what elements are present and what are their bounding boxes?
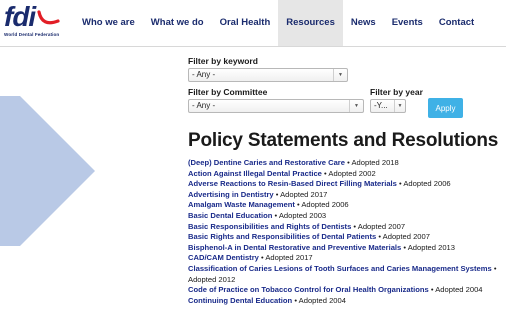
list-item: Amalgam Waste Management • Adopted 2006 <box>188 200 500 211</box>
list-item: Basic Rights and Responsibilities of Den… <box>188 232 500 243</box>
policy-link[interactable]: Classification of Caries Lesions of Toot… <box>188 264 492 273</box>
policy-adopted-year: • Adopted 2002 <box>321 168 376 178</box>
policy-list: (Deep) Dentine Caries and Restorative Ca… <box>188 158 500 306</box>
policy-link[interactable]: CAD/CAM Dentistry <box>188 253 259 262</box>
policy-adopted-year: • Adopted 2003 <box>272 210 327 220</box>
policy-link[interactable]: Adverse Reactions to Resin-Based Direct … <box>188 179 397 188</box>
nav-item-resources[interactable]: Resources <box>278 0 343 46</box>
nav-item-contact[interactable]: Contact <box>431 0 482 46</box>
keyword-filter-label: Filter by keyword <box>188 56 258 66</box>
policy-link[interactable]: Action Against Illegal Dental Practice <box>188 169 322 178</box>
policy-adopted-year: • Adopted 2004 <box>428 285 483 295</box>
keyword-select[interactable]: - Any - ▼ <box>188 68 348 82</box>
list-item: Code of Practice on Tobacco Control for … <box>188 285 500 296</box>
policy-link[interactable]: Basic Dental Education <box>188 211 272 220</box>
main-nav: Who we are What we do Oral Health Resources… <box>82 0 482 46</box>
decorative-chevron-shape <box>0 96 95 246</box>
policy-adopted-year: • Adopted 2013 <box>401 242 456 252</box>
year-select[interactable]: -Y... ▼ <box>370 99 406 113</box>
page-title: Policy Statements and Resolutions <box>188 130 499 151</box>
policy-adopted-year: • Adopted 2017 <box>273 189 328 199</box>
policy-link[interactable]: Code of Practice on Tobacco Control for … <box>188 285 429 294</box>
apply-button[interactable]: Apply <box>428 98 463 118</box>
nav-item-events[interactable]: Events <box>384 0 431 46</box>
nav-item-oral-health[interactable]: Oral Health <box>212 0 279 46</box>
policy-link[interactable]: Continuing Dental Education <box>188 296 292 305</box>
list-item: Advertising in Dentistry • Adopted 2017 <box>188 190 500 201</box>
logo-subtitle: World Dental Federation <box>4 32 60 37</box>
list-item: (Deep) Dentine Caries and Restorative Ca… <box>188 158 500 169</box>
committee-select[interactable]: - Any - ▼ <box>188 99 364 113</box>
keyword-select-value: - Any - <box>192 70 216 79</box>
nav-item-news[interactable]: News <box>343 0 384 46</box>
list-item: Action Against Illegal Dental Practice •… <box>188 169 500 180</box>
policy-adopted-year: • Adopted 2006 <box>396 179 451 189</box>
committee-filter-label: Filter by Committee <box>188 87 268 97</box>
list-item: Continuing Dental Education • Adopted 20… <box>188 296 500 307</box>
list-item: Basic Responsibilities and Rights of Den… <box>188 222 500 233</box>
list-item: CAD/CAM Dentistry • Adopted 2017 <box>188 253 500 264</box>
policy-link[interactable]: Advertising in Dentistry <box>188 190 274 199</box>
logo-wordmark: fdi <box>4 1 36 32</box>
nav-item-who-we-are[interactable]: Who we are <box>82 0 143 46</box>
list-item: Bisphenol-A in Dental Restorative and Pr… <box>188 243 500 254</box>
site-header: fdi World Dental Federation Who we are Wh… <box>0 0 506 47</box>
list-item: Basic Dental Education • Adopted 2003 <box>188 211 500 222</box>
fdi-logo[interactable]: fdi World Dental Federation <box>4 1 68 43</box>
chevron-down-icon: ▼ <box>394 100 405 112</box>
year-filter-label: Filter by year <box>370 87 423 97</box>
policy-link[interactable]: (Deep) Dentine Caries and Restorative Ca… <box>188 158 345 167</box>
policy-adopted-year: • Adopted 2018 <box>345 158 399 167</box>
list-item: Classification of Caries Lesions of Toot… <box>188 264 500 285</box>
nav-item-what-we-do[interactable]: What we do <box>143 0 212 46</box>
list-item: Adverse Reactions to Resin-Based Direct … <box>188 179 500 190</box>
smile-arc-icon <box>37 10 60 25</box>
chevron-down-icon: ▼ <box>333 69 347 81</box>
policy-link[interactable]: Basic Rights and Responsibilities of Den… <box>188 232 376 241</box>
committee-select-value: - Any - <box>192 101 216 110</box>
policy-adopted-year: • Adopted 2007 <box>376 232 430 242</box>
policy-link[interactable]: Basic Responsibilities and Rights of Den… <box>188 222 351 231</box>
policy-adopted-year: • Adopted 2004 <box>292 295 346 305</box>
policy-adopted-year: • Adopted 2017 <box>258 253 313 263</box>
policy-adopted-year: • Adopted 2007 <box>351 221 406 231</box>
chevron-down-icon: ▼ <box>349 100 363 112</box>
policy-adopted-year: • Adopted 2006 <box>294 200 349 210</box>
year-select-value: -Y... <box>374 101 388 110</box>
policy-link[interactable]: Bisphenol-A in Dental Restorative and Pr… <box>188 243 401 252</box>
policy-link[interactable]: Amalgam Waste Management <box>188 200 295 209</box>
